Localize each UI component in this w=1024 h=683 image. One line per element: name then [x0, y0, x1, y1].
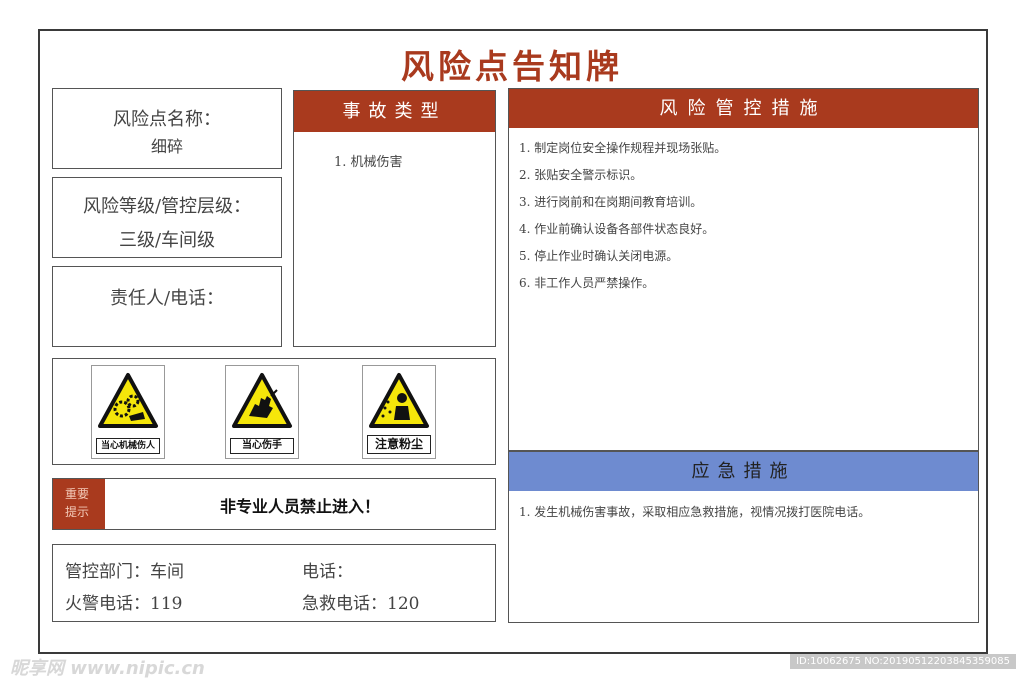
notice-tag-line2: 提示: [65, 505, 90, 519]
page-title: 风险点告知牌: [401, 47, 623, 86]
risk-control-header: 风险管控措施: [509, 89, 978, 128]
sign-dust: 注意粉尘: [362, 365, 436, 459]
dust-warning-icon: [369, 373, 429, 428]
sign-label: 当心机械伤人: [96, 438, 160, 454]
control-dept: 管控部门：车间: [65, 562, 184, 582]
ambulance-phone: 急救电话：120: [302, 594, 420, 614]
risk-level-value: 三级/车间级: [118, 230, 216, 251]
important-notice-box: 重要 提示 非专业人员禁止进入！: [52, 478, 496, 530]
sign-label: 注意粉尘: [367, 435, 431, 454]
risk-name-value: 细碎: [150, 137, 183, 156]
risk-name-label: 风险点名称：: [113, 109, 221, 130]
gear-hand-warning-icon: [98, 373, 158, 428]
hand-injury-warning-icon: [232, 373, 292, 428]
notice-text: 非专业人员禁止进入！: [219, 497, 380, 516]
dept-phone: 电话：: [302, 562, 353, 582]
emergency-box: 应急措施 1. 发生机械伤害事故，采取相应急救措施，视情况拨打医院电话。: [508, 451, 979, 623]
risk-control-item: 2. 张贴安全警示标识。: [519, 168, 643, 182]
watermark-id: ID:10062675 NO:20190512203845359085: [790, 654, 1016, 669]
responsible-box: 责任人/电话：: [52, 266, 282, 347]
sign-mechanical-injury: 当心机械伤人: [91, 365, 165, 459]
risk-control-item: 3. 进行岗前和在岗期间教育培训。: [519, 195, 703, 209]
watermark-logo: 昵享网 www.nipic.cn: [10, 658, 205, 679]
emergency-item: 1. 发生机械伤害事故，采取相应急救措施，视情况拨打医院电话。: [519, 505, 871, 519]
risk-level-box: 风险等级/管控层级： 三级/车间级: [52, 177, 282, 258]
risk-control-item: 6. 非工作人员严禁操作。: [519, 276, 655, 290]
risk-control-box: 风险管控措施 1. 制定岗位安全操作规程并现场张贴。 2. 张贴安全警示标识。 …: [508, 88, 979, 451]
emergency-header: 应急措施: [509, 452, 978, 491]
fire-phone: 火警电话：119: [65, 594, 183, 614]
sign-hand-injury: 当心伤手: [225, 365, 299, 459]
notice-tag-line1: 重要: [65, 487, 90, 501]
notice-tag: 重要 提示: [53, 479, 105, 529]
risk-name-box: 风险点名称： 细碎: [52, 88, 282, 169]
accident-type-item: 1. 机械伤害: [334, 155, 403, 170]
risk-level-label: 风险等级/管控层级：: [82, 196, 252, 217]
risk-control-item: 1. 制定岗位安全操作规程并现场张贴。: [519, 141, 727, 155]
accident-type-box: 事故类型 1. 机械伤害: [293, 90, 496, 347]
warning-signs-box: 当心机械伤人 当心伤手 注意粉尘: [52, 358, 496, 465]
contacts-box: 管控部门：车间 电话： 火警电话：119 急救电话：120: [52, 544, 496, 622]
sign-label: 当心伤手: [230, 438, 294, 454]
risk-control-item: 4. 作业前确认设备各部件状态良好。: [519, 222, 715, 236]
accident-type-header: 事故类型: [294, 91, 495, 132]
responsible-label: 责任人/电话：: [109, 288, 225, 309]
risk-control-item: 5. 停止作业时确认关闭电源。: [519, 249, 679, 263]
